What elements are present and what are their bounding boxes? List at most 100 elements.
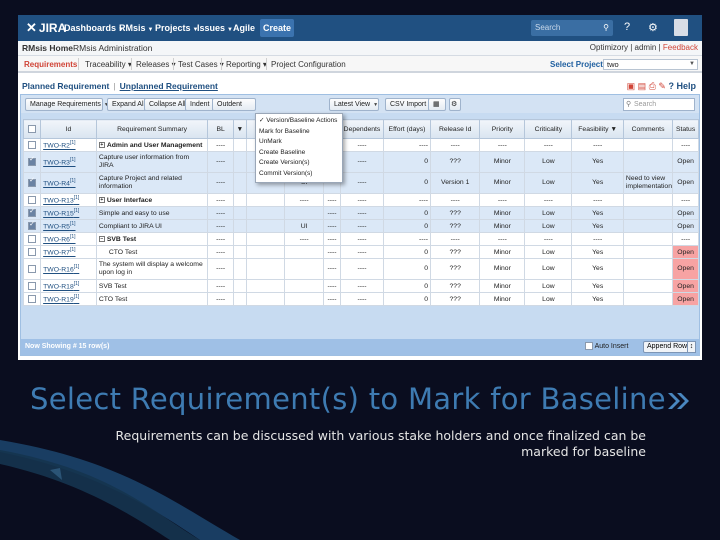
rmsis-home-link[interactable]: RMsis Home bbox=[22, 43, 73, 53]
help-link[interactable]: ? Help bbox=[668, 81, 696, 91]
row-spinner[interactable]: ↕ bbox=[687, 341, 696, 353]
cell-id[interactable]: TWO-R15[1] bbox=[40, 206, 97, 220]
auto-insert-toggle[interactable]: Auto Insert bbox=[585, 342, 628, 350]
csv-import-button[interactable]: CSV Import bbox=[385, 98, 432, 111]
requirement-id-link[interactable]: TWO-R2 bbox=[43, 143, 70, 150]
rmsis-admin-link[interactable]: RMsis Administration bbox=[73, 43, 152, 53]
col-dependents[interactable]: Dependents bbox=[340, 119, 384, 139]
table-row[interactable]: TWO-R5[1]Compliant to JIRA UI----UI-----… bbox=[22, 219, 699, 233]
excel-icon[interactable]: ▤ bbox=[638, 81, 647, 91]
menu-test-cases[interactable]: Test Cases ▾ bbox=[178, 60, 224, 69]
cell-id[interactable]: TWO-R19[1] bbox=[40, 292, 97, 306]
table-row[interactable]: TWO-R4[1]Capture Project and related inf… bbox=[22, 172, 699, 194]
admin-link[interactable]: admin bbox=[635, 43, 657, 52]
col-effort[interactable]: Effort (days) bbox=[382, 119, 432, 139]
append-row-button[interactable]: Append Row bbox=[643, 341, 692, 353]
pdf-icon[interactable]: ▣ bbox=[627, 81, 636, 91]
cell-id[interactable]: TWO-R16[1] bbox=[40, 258, 97, 280]
checkbox[interactable] bbox=[28, 282, 37, 290]
col-menu[interactable]: ▼ bbox=[232, 119, 247, 139]
menu-item-version-baseline-actions[interactable]: ✓ Version/Baseline Actions bbox=[259, 116, 339, 127]
col-summary[interactable]: Requirement Summary bbox=[95, 119, 209, 139]
avatar[interactable] bbox=[674, 19, 688, 36]
table-row[interactable]: TWO-R16[1] The system will display a welc… bbox=[22, 258, 699, 280]
col-bl[interactable]: BL bbox=[207, 119, 234, 139]
requirement-id-link[interactable]: TWO-R4 bbox=[43, 181, 70, 188]
feedback-link[interactable]: Feedback bbox=[663, 43, 698, 52]
table-row[interactable]: TWO-R13[1] + User Interface ---- ---- ---- ---… bbox=[22, 193, 699, 207]
requirement-id-link[interactable]: TWO-R5 bbox=[43, 224, 70, 231]
menu-traceability[interactable]: Traceability ▾ bbox=[85, 60, 132, 69]
menu-item-commit-versions[interactable]: Commit Version(s) bbox=[259, 169, 339, 180]
settings-icon[interactable]: ⚙ bbox=[449, 98, 461, 111]
expand-icon[interactable]: + bbox=[98, 141, 105, 148]
wrench-icon[interactable]: ✎ bbox=[658, 81, 666, 91]
tab-planned-requirement[interactable]: Planned Requirement bbox=[22, 81, 109, 91]
requirement-id-link[interactable]: TWO-R15 bbox=[43, 211, 74, 218]
checkbox[interactable] bbox=[28, 196, 37, 204]
cell-id[interactable]: TWO-R4[1] bbox=[40, 172, 97, 194]
collapse-all-button[interactable]: Collapse All bbox=[144, 98, 191, 111]
expand-icon[interactable]: + bbox=[98, 196, 105, 203]
nav-dashboards[interactable]: Dashboards ▼ bbox=[64, 23, 124, 33]
select-project-dropdown[interactable]: two ▼ bbox=[603, 59, 698, 70]
header-search-input[interactable]: Search ⚲ bbox=[531, 20, 613, 36]
outdent-button[interactable]: Outdent bbox=[212, 98, 256, 111]
tab-unplanned-requirement[interactable]: Unplanned Requirement bbox=[120, 81, 218, 91]
checkbox[interactable] bbox=[28, 156, 37, 166]
indent-button[interactable]: Indent bbox=[185, 98, 215, 111]
table-row[interactable]: TWO-R7[1] CTO Test ---- ---- ---- 0??? Minor Lo… bbox=[22, 245, 699, 259]
select-all-checkbox[interactable] bbox=[22, 119, 42, 139]
checkbox[interactable] bbox=[28, 208, 37, 217]
menu-item-create-versions[interactable]: Create Version(s) bbox=[259, 158, 339, 169]
col-id[interactable]: Id bbox=[40, 119, 97, 139]
collapse-icon[interactable]: − bbox=[98, 235, 105, 242]
table-row[interactable]: TWO-R3[1]Capture user information from J… bbox=[22, 151, 699, 173]
checkbox[interactable] bbox=[28, 141, 37, 149]
requirement-id-link[interactable]: TWO-R6 bbox=[43, 237, 70, 244]
col-feasibility[interactable]: Feasibility ▼ bbox=[571, 119, 624, 139]
manage-requirements-dropdown[interactable]: Manage Requirements▼ bbox=[25, 98, 109, 111]
create-button[interactable]: Create bbox=[260, 19, 294, 37]
col-criticality[interactable]: Criticality bbox=[524, 119, 573, 139]
cell-id[interactable]: TWO-R13[1] bbox=[40, 193, 97, 207]
cell-id[interactable]: TWO-R6[1] bbox=[40, 232, 97, 246]
menu-project-configuration[interactable]: Project Configuration bbox=[271, 60, 346, 69]
menu-reporting[interactable]: Reporting ▾ bbox=[226, 60, 267, 69]
col-priority[interactable]: Priority bbox=[479, 119, 526, 139]
table-row[interactable]: TWO-R19[1] CTO Test ---- ---- ---- 0??? Minor L… bbox=[22, 292, 699, 306]
checkbox[interactable] bbox=[28, 264, 37, 273]
requirement-id-link[interactable]: TWO-R13 bbox=[43, 198, 74, 205]
cell-id[interactable]: TWO-R5[1] bbox=[40, 219, 97, 233]
nav-projects[interactable]: Projects ▼ bbox=[155, 23, 198, 33]
requirement-id-link[interactable]: TWO-R7 bbox=[43, 250, 70, 257]
cell-id[interactable]: TWO-R7[1] bbox=[40, 245, 97, 259]
requirement-id-link[interactable]: TWO-R16 bbox=[43, 267, 74, 274]
requirement-id-link[interactable]: TWO-R3 bbox=[43, 160, 70, 167]
cell-id[interactable]: TWO-R3[1] bbox=[40, 151, 97, 173]
print-icon[interactable]: ⎙ bbox=[649, 81, 656, 91]
checkbox[interactable] bbox=[28, 221, 37, 230]
grid-search-input[interactable]: ⚲ Search bbox=[623, 98, 695, 111]
table-row[interactable]: TWO-R2[1] + Admin and User Management ---- -… bbox=[22, 138, 699, 152]
gear-icon[interactable]: ⚙ bbox=[648, 21, 658, 34]
help-icon[interactable]: ? bbox=[624, 21, 630, 33]
optimizory-link[interactable]: Optimizory bbox=[590, 43, 628, 52]
col-comments[interactable]: Comments bbox=[622, 119, 674, 139]
nav-rmsis[interactable]: RMsis ▼ bbox=[119, 23, 153, 33]
table-row[interactable]: TWO-R15[1]Simple and easy to use--------… bbox=[22, 206, 699, 220]
menu-item-unmark[interactable]: UnMark bbox=[259, 137, 339, 148]
jira-logo[interactable]: ✕ JIRA bbox=[26, 20, 66, 36]
checkbox[interactable] bbox=[28, 295, 37, 303]
table-row[interactable]: TWO-R6[1] − SVB Test ---- ---- ---- ---- ---- --… bbox=[22, 232, 699, 246]
latest-view-dropdown[interactable]: Latest View ▼ bbox=[329, 98, 379, 111]
requirement-id-link[interactable]: TWO-R18 bbox=[43, 284, 74, 291]
checkbox[interactable] bbox=[28, 235, 37, 243]
checkbox[interactable] bbox=[28, 177, 37, 187]
checkbox[interactable] bbox=[28, 248, 37, 256]
menu-item-create-baseline[interactable]: Create Baseline bbox=[259, 148, 339, 159]
cell-id[interactable]: TWO-R18[1] bbox=[40, 279, 97, 293]
checkbox[interactable] bbox=[28, 125, 37, 133]
column-chooser-icon[interactable]: ▦ bbox=[428, 98, 446, 111]
table-row[interactable]: TWO-R18[1] SVB Test ---- ---- ---- 0??? Minor L… bbox=[22, 279, 699, 293]
